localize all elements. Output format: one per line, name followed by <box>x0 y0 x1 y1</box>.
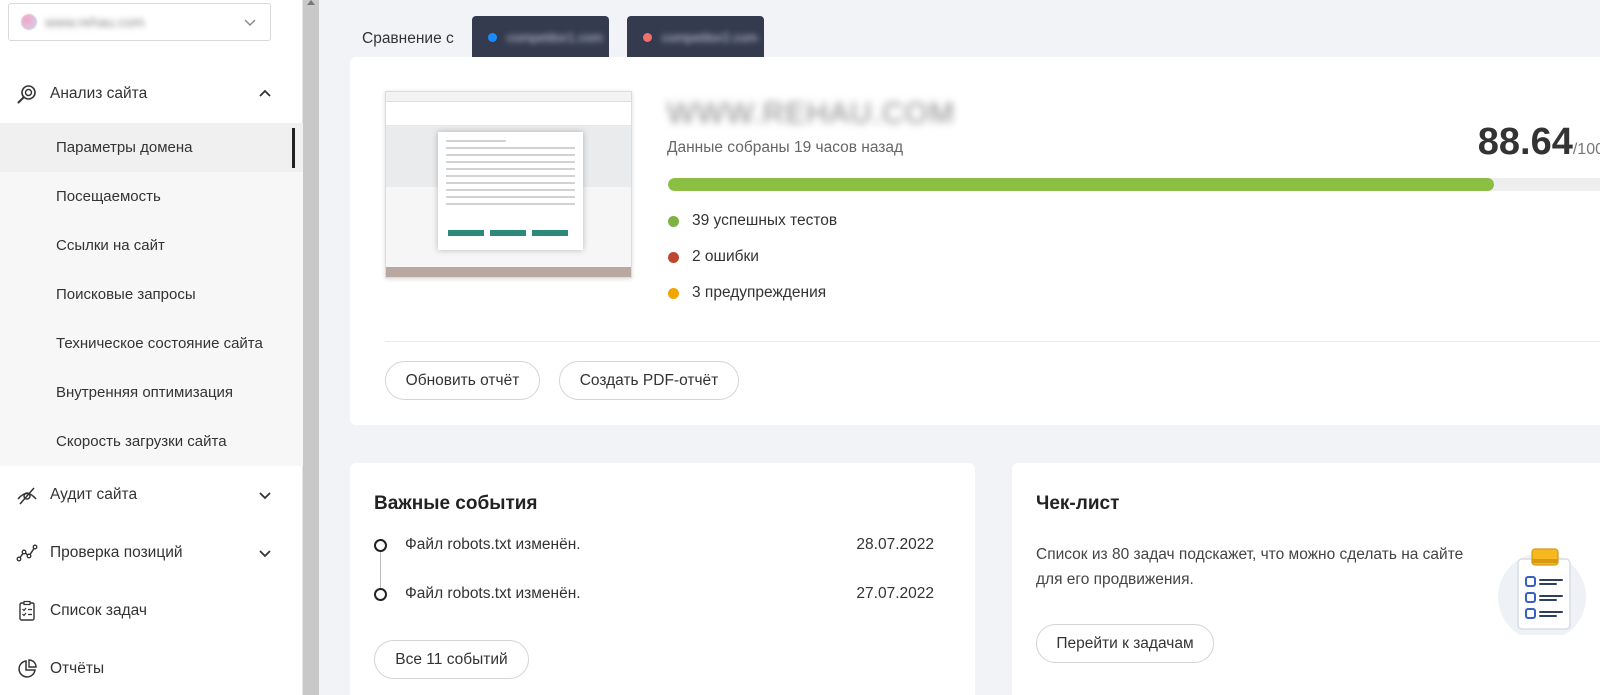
error-dot-icon <box>668 251 679 263</box>
chevron-down-icon <box>259 492 271 500</box>
menu-group-site-analysis[interactable]: Анализ сайта <box>0 65 303 123</box>
timeline-marker-icon <box>374 538 387 552</box>
event-date: 28.07.2022 <box>856 536 934 553</box>
compare-dot-2 <box>642 32 652 42</box>
positions-icon <box>16 544 38 562</box>
side-menu: Анализ сайта Параметры домена Посещаемос… <box>0 65 303 695</box>
sidebar-scrollbar[interactable] <box>303 0 319 695</box>
all-events-button[interactable]: Все 11 событий <box>374 640 529 679</box>
submenu-item-load-speed[interactable]: Скорость загрузки сайта <box>0 417 303 466</box>
site-screenshot-thumbnail <box>385 91 632 278</box>
domain-summary-card: WWW.REHAU.COM Данные собраны 19 часов на… <box>350 57 1600 425</box>
scroll-up-arrow-icon[interactable] <box>307 0 315 5</box>
menu-group-site-audit[interactable]: Аудит сайта <box>0 466 303 524</box>
stat-warnings: 3 предупреждения <box>668 284 826 302</box>
menu-item-reports[interactable]: Отчёты <box>0 640 303 695</box>
score-progress-fill <box>668 178 1495 191</box>
important-events-card: Важные события Файл robots.txt изменён. … <box>350 463 975 695</box>
compare-tab-1[interactable]: competitor1.com <box>471 16 609 58</box>
event-text: Файл robots.txt изменён. <box>405 536 581 553</box>
submenu-item-backlinks[interactable]: Ссылки на сайт <box>0 221 303 270</box>
event-date: 27.07.2022 <box>856 585 934 602</box>
score-progress-bar <box>668 178 1600 191</box>
score-value: 88.64 <box>1477 121 1573 163</box>
domain-score: 88.64/100 <box>1478 121 1600 164</box>
data-collected-text: Данные собраны 19 часов назад <box>667 139 904 156</box>
success-dot-icon <box>668 215 679 227</box>
site-analysis-submenu: Параметры домена Посещаемость Ссылки на … <box>0 123 303 466</box>
stat-label: 3 предупреждения <box>692 284 827 301</box>
stat-label: 39 успешных тестов <box>692 212 838 229</box>
chevron-down-icon <box>244 19 256 26</box>
compare-bar: Сравнение с competitor1.com competitor2.… <box>362 16 782 58</box>
go-to-tasks-button[interactable]: Перейти к задачам <box>1036 624 1214 663</box>
menu-group-label: Список задач <box>50 602 148 619</box>
menu-group-positions[interactable]: Проверка позиций <box>0 524 303 582</box>
compare-tab-name: competitor1.com <box>506 29 603 45</box>
checklist-card: Чек-лист Список из 80 задач подскажет, ч… <box>1012 463 1600 695</box>
sidebar: www.rehau.com Анализ сайта Параметры дом… <box>0 0 303 695</box>
menu-group-label: Проверка позиций <box>50 544 183 561</box>
event-text: Файл robots.txt изменён. <box>405 585 581 602</box>
submenu-item-traffic[interactable]: Посещаемость <box>0 172 303 221</box>
clipboard-checklist-icon <box>1498 548 1586 635</box>
chevron-up-icon <box>259 89 271 97</box>
chevron-down-icon <box>259 550 271 558</box>
stat-label: 2 ошибки <box>692 248 759 265</box>
events-title: Важные события <box>374 493 538 514</box>
site-select[interactable]: www.rehau.com <box>8 3 271 41</box>
reports-icon <box>18 659 37 678</box>
card-divider <box>385 341 1600 342</box>
stat-errors: 2 ошибки <box>668 248 759 266</box>
task-list-icon <box>19 600 35 621</box>
menu-group-label: Отчёты <box>50 660 105 677</box>
site-analysis-icon <box>17 85 36 104</box>
menu-group-label: Аудит сайта <box>50 486 138 503</box>
timeline-marker-icon <box>374 587 387 601</box>
site-favicon-icon <box>21 14 37 30</box>
submenu-item-internal-optimization[interactable]: Внутренняя оптимизация <box>0 368 303 417</box>
compare-label: Сравнение с <box>362 30 454 47</box>
compare-dot-1 <box>487 32 497 42</box>
menu-group-label: Анализ сайта <box>50 85 148 102</box>
warning-dot-icon <box>668 287 679 299</box>
submenu-item-search-queries[interactable]: Поисковые запросы <box>0 270 303 319</box>
compare-tab-2[interactable]: competitor2.com <box>626 16 764 58</box>
domain-title: WWW.REHAU.COM <box>667 97 955 130</box>
compare-tab-name: competitor2.com <box>661 29 758 45</box>
event-item: Файл robots.txt изменён. 28.07.2022 <box>374 533 934 557</box>
checklist-title: Чек-лист <box>1036 493 1120 514</box>
menu-item-task-list[interactable]: Список задач <box>0 582 303 640</box>
stat-success: 39 успешных тестов <box>668 212 837 230</box>
submenu-item-tech-state[interactable]: Техническое состояние сайта <box>0 319 303 368</box>
site-select-value: www.rehau.com <box>45 14 145 30</box>
event-item: Файл robots.txt изменён. 27.07.2022 <box>374 582 934 606</box>
create-pdf-button[interactable]: Создать PDF-отчёт <box>559 361 739 400</box>
score-max: /100 <box>1572 141 1600 158</box>
checklist-description: Список из 80 задач подскажет, что можно … <box>1036 546 1464 588</box>
submenu-item-domain-params[interactable]: Параметры домена <box>0 123 303 172</box>
refresh-report-button[interactable]: Обновить отчёт <box>385 361 540 400</box>
site-audit-icon <box>17 487 37 505</box>
